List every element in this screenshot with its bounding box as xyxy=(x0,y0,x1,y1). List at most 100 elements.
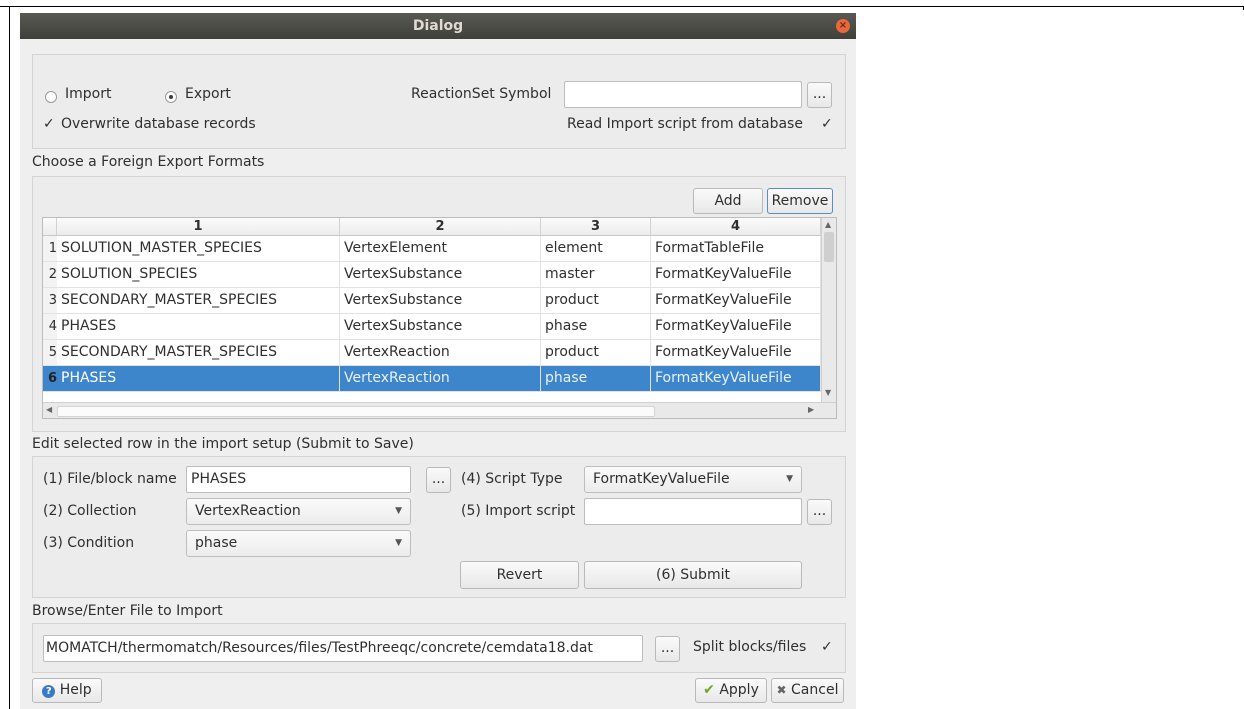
table-cell[interactable]: product xyxy=(541,288,651,313)
reactionset-browse-button[interactable]: ... xyxy=(807,82,832,108)
table-cell[interactable]: PHASES xyxy=(57,366,340,391)
table-cell[interactable]: VertexSubstance xyxy=(340,314,541,339)
table-cell[interactable]: VertexSubstance xyxy=(340,288,541,313)
scroll-up-icon[interactable]: ▲ xyxy=(825,220,831,229)
import-script-browse-button[interactable]: ... xyxy=(807,499,832,525)
formats-section-label: Choose a Foreign Export Formats xyxy=(32,154,265,170)
scroll-down-icon[interactable]: ▼ xyxy=(825,388,831,397)
edit-section-label: Edit selected row in the import setup (S… xyxy=(32,436,414,452)
file-section-label: Browse/Enter File to Import xyxy=(32,603,223,619)
table-cell[interactable]: VertexReaction xyxy=(340,340,541,365)
window-frame-left xyxy=(9,6,10,709)
row-number: 3 xyxy=(43,288,57,313)
table-cell[interactable]: FormatKeyValueFile xyxy=(651,366,821,391)
table-cell[interactable]: SECONDARY_MASTER_SPECIES xyxy=(57,288,340,313)
read-import-script-label[interactable]: Read Import script from database xyxy=(567,116,803,132)
collection-select[interactable]: VertexReaction ▼ xyxy=(186,498,411,525)
script-type-select[interactable]: FormatKeyValueFile ▼ xyxy=(584,466,802,493)
row-number: 1 xyxy=(43,236,57,261)
help-icon: ? xyxy=(42,685,56,698)
table-cell[interactable]: element xyxy=(541,236,651,261)
apply-button[interactable]: ✔ Apply xyxy=(695,678,767,703)
dialog-title: Dialog xyxy=(412,18,464,34)
scroll-right-icon[interactable]: ▶ xyxy=(808,405,814,414)
vertical-scroll-thumb[interactable] xyxy=(824,232,834,262)
table-cell[interactable]: product xyxy=(541,340,651,365)
table-row[interactable]: 5 SECONDARY_MASTER_SPECIES VertexReactio… xyxy=(43,340,821,366)
row-number: 5 xyxy=(43,340,57,365)
table-row[interactable]: 4 PHASES VertexSubstance phase FormatKey… xyxy=(43,314,821,340)
table-cell[interactable]: FormatKeyValueFile xyxy=(651,262,821,287)
table-cell[interactable]: SOLUTION_MASTER_SPECIES xyxy=(57,236,340,261)
horizontal-scroll-thumb[interactable] xyxy=(57,406,655,417)
formats-table[interactable]: 1 2 3 4 1 SOLUTION_MASTER_SPECIES Vertex… xyxy=(42,217,837,419)
table-row[interactable]: 3 SECONDARY_MASTER_SPECIES VertexSubstan… xyxy=(43,288,821,314)
condition-value: phase xyxy=(195,535,238,551)
remove-button[interactable]: Remove xyxy=(767,188,833,214)
reactionset-symbol-input[interactable] xyxy=(564,81,802,108)
table-cell[interactable]: SECONDARY_MASTER_SPECIES xyxy=(57,340,340,365)
help-label: Help xyxy=(59,682,92,698)
table-cell[interactable]: VertexReaction xyxy=(340,366,541,391)
table-cell[interactable]: PHASES xyxy=(57,314,340,339)
chevron-down-icon: ▼ xyxy=(395,538,402,548)
table-cell[interactable]: FormatKeyValueFile xyxy=(651,288,821,313)
chevron-down-icon: ▼ xyxy=(395,506,402,516)
split-blocks-checkbox[interactable]: ✓ xyxy=(821,639,833,655)
apply-label: Apply xyxy=(719,682,759,698)
table-row[interactable]: 2 SOLUTION_SPECIES VertexSubstance maste… xyxy=(43,262,821,288)
condition-select[interactable]: phase ▼ xyxy=(186,530,411,557)
import-script-label: (5) Import script xyxy=(461,503,576,519)
cancel-label: Cancel xyxy=(791,682,839,698)
table-cell[interactable]: FormatKeyValueFile xyxy=(651,340,821,365)
row-number: 2 xyxy=(43,262,57,287)
table-cell[interactable]: phase xyxy=(541,314,651,339)
table-cell[interactable]: VertexSubstance xyxy=(340,262,541,287)
chevron-down-icon: ▼ xyxy=(786,474,793,484)
column-header-1[interactable]: 1 xyxy=(57,218,340,236)
export-radio-label[interactable]: Export xyxy=(185,86,231,102)
read-import-script-checkbox[interactable]: ✓ xyxy=(821,116,833,132)
column-header-2[interactable]: 2 xyxy=(340,218,541,236)
import-script-input[interactable] xyxy=(584,498,802,525)
vertical-scrollbar[interactable]: ▲ ▼ xyxy=(821,218,836,402)
close-icon[interactable]: × xyxy=(836,19,850,33)
table-cell[interactable]: SOLUTION_SPECIES xyxy=(57,262,340,287)
revert-button[interactable]: Revert xyxy=(460,561,579,589)
table-cell[interactable]: phase xyxy=(541,366,651,391)
scroll-left-icon[interactable]: ◀ xyxy=(46,405,52,414)
import-radio-label[interactable]: Import xyxy=(65,86,111,102)
add-button[interactable]: Add xyxy=(693,188,763,214)
window-frame-top xyxy=(0,6,1244,7)
edit-group: (1) File/block name PHASES ... (4) Scrip… xyxy=(32,456,846,598)
horizontal-scrollbar[interactable]: ◀ ▶ xyxy=(43,402,836,418)
row-number: 6 xyxy=(43,366,57,391)
table-cell[interactable]: master xyxy=(541,262,651,287)
title-bar: Dialog × xyxy=(20,13,856,39)
table-cell[interactable]: FormatTableFile xyxy=(651,236,821,261)
file-block-label: (1) File/block name xyxy=(43,471,177,487)
script-type-value: FormatKeyValueFile xyxy=(593,471,730,487)
table-cell[interactable]: FormatKeyValueFile xyxy=(651,314,821,339)
file-block-browse-button[interactable]: ... xyxy=(426,467,451,493)
help-button[interactable]: ? Help xyxy=(32,678,102,703)
cancel-icon: ✖ xyxy=(776,683,787,697)
overwrite-checkbox[interactable]: ✓ xyxy=(43,116,55,132)
export-radio[interactable] xyxy=(165,91,177,103)
condition-label: (3) Condition xyxy=(43,535,135,551)
overwrite-checkbox-label[interactable]: Overwrite database records xyxy=(61,116,256,132)
file-browse-button[interactable]: ... xyxy=(655,636,680,662)
table-row[interactable]: 1 SOLUTION_MASTER_SPECIES VertexElement … xyxy=(43,236,821,262)
column-header-3[interactable]: 3 xyxy=(541,218,651,236)
column-header-4[interactable]: 4 xyxy=(651,218,821,236)
table-row-selected[interactable]: 6 PHASES VertexReaction phase FormatKeyV… xyxy=(43,366,821,392)
collection-value: VertexReaction xyxy=(195,503,301,519)
table-cell[interactable]: VertexElement xyxy=(340,236,541,261)
submit-button[interactable]: (6) Submit xyxy=(584,561,802,589)
file-path-input[interactable]: MOMATCH/thermomatch/Resources/files/Test… xyxy=(43,635,643,662)
cancel-button[interactable]: ✖ Cancel xyxy=(771,678,844,703)
file-block-input[interactable]: PHASES xyxy=(186,466,411,493)
import-radio[interactable] xyxy=(45,91,57,103)
mode-group: Import Export ReactionSet Symbol ... ✓ O… xyxy=(32,54,846,149)
split-blocks-label[interactable]: Split blocks/files xyxy=(693,639,806,655)
